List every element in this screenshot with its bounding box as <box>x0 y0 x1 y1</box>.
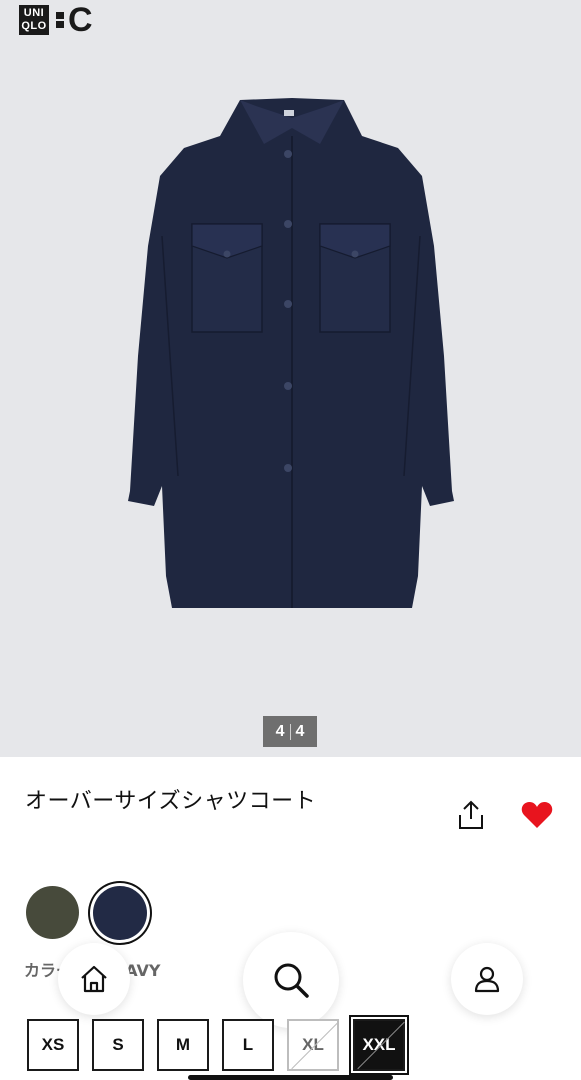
logo-c: C <box>68 1 93 39</box>
pager-current: 4 <box>275 722 285 740</box>
size-option-s[interactable]: S <box>92 1019 144 1071</box>
image-pager: 4 4 <box>263 716 317 747</box>
product-image-shirt-coat <box>128 98 454 608</box>
search-button[interactable] <box>243 932 339 1028</box>
size-option-l[interactable]: L <box>222 1019 274 1071</box>
size-option-m[interactable]: M <box>157 1019 209 1071</box>
heart-icon <box>521 802 553 828</box>
account-button[interactable] <box>451 943 523 1015</box>
favorite-button[interactable] <box>521 801 553 829</box>
color-swatch-navy[interactable] <box>88 881 152 945</box>
home-icon <box>81 965 107 993</box>
user-icon <box>474 966 500 993</box>
home-indicator <box>188 1075 393 1080</box>
pager-total: 4 <box>295 722 305 740</box>
pager-divider <box>289 723 291 740</box>
brand-logo[interactable]: UNI QLO C <box>19 1 93 39</box>
logo-colon <box>56 10 65 30</box>
color-swatch-navy-fill <box>93 886 147 940</box>
search-icon <box>274 963 309 998</box>
size-option-xxl[interactable]: XXL <box>349 1015 409 1075</box>
product-image-gallery[interactable]: UNI QLO C 4 4 <box>0 0 581 757</box>
size-option-xs[interactable]: XS <box>27 1019 79 1071</box>
uniqlo-logo: UNI QLO <box>19 5 49 35</box>
share-button[interactable] <box>456 799 486 831</box>
color-swatch-olive[interactable] <box>26 886 79 939</box>
size-option-xl[interactable]: XL <box>287 1019 339 1071</box>
product-title: オーバーサイズシャツコート <box>25 789 317 814</box>
home-button[interactable] <box>58 943 130 1015</box>
share-icon <box>459 800 483 829</box>
